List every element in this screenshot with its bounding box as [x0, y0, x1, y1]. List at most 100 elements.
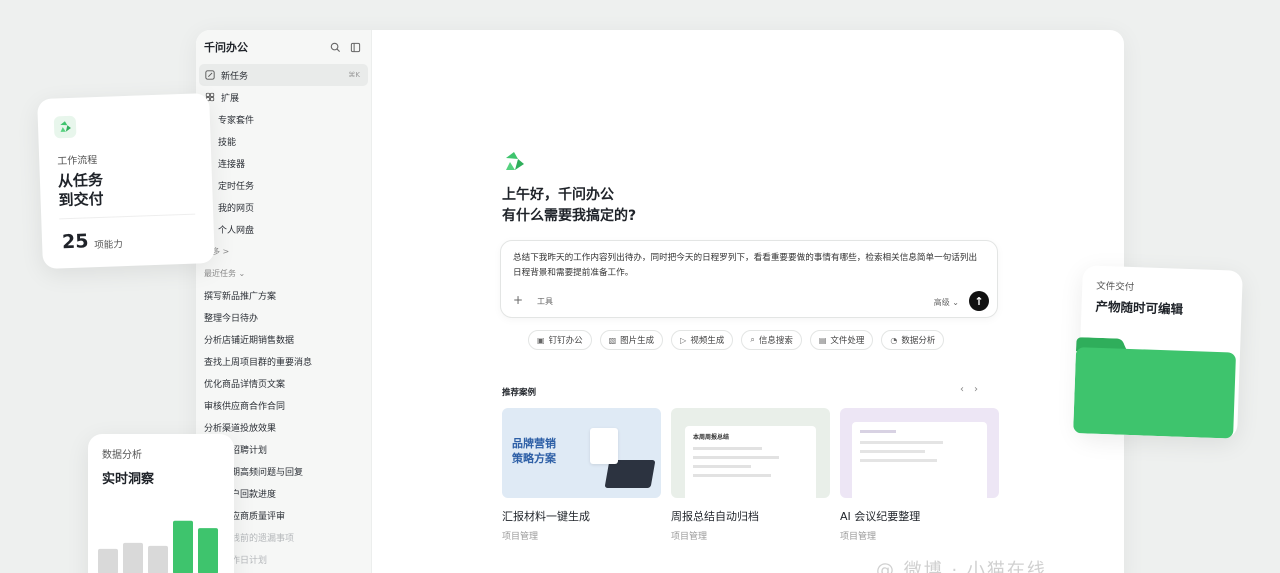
chip-label: 信息搜索 [758, 336, 793, 346]
bar-chart-illustration [98, 520, 218, 573]
sidebar-item-expert-suite[interactable]: 专家套件 [196, 108, 371, 130]
analytics-promo-card: 数据分析 实时洞察 [88, 434, 234, 573]
carousel-nav: ‹› [960, 384, 988, 395]
arrow-up-icon: ↑ [974, 294, 984, 308]
main-panel: 上午好，千问办公 有什么需要我搞定的? 总结下我昨天的工作内容列出待办，同时把今… [372, 30, 1124, 573]
new-task-label: 新任务 [221, 71, 249, 82]
recent-tasks-header[interactable]: 最近任务 ⌄ [196, 262, 371, 284]
document-illustration [590, 428, 618, 464]
recent-task-item[interactable]: 查找上周项目群的重要消息 [196, 350, 371, 372]
new-task-button[interactable]: 新任务 ⌘K [199, 64, 368, 86]
case-thumbnail: 品牌营销 策略方案 [502, 408, 661, 498]
report-preview: 本周周报总结 [685, 426, 816, 498]
chevron-left-icon[interactable]: ‹ [960, 384, 974, 395]
tool-button[interactable]: 工具 [537, 296, 553, 307]
sidebar-item-skills[interactable]: 技能 [196, 130, 371, 152]
case-tag: 项目管理 [840, 532, 877, 542]
recommended-cards: 品牌营销 策略方案 汇报材料一键生成 项目管理 本周周报总结 周报总结自动归档 … [502, 408, 999, 542]
preview-line [860, 450, 926, 453]
analytics-bar [198, 528, 218, 573]
mode-select[interactable]: 高级 ⌄ [934, 297, 959, 308]
chevron-right-icon[interactable]: › [974, 384, 988, 395]
preview-line [860, 441, 944, 444]
case-thumbnail [840, 408, 999, 498]
sidebar-item-label: 专家套件 [218, 115, 255, 126]
recommended-cases-title: 推荐案例 [502, 388, 537, 398]
chip-image-generation[interactable]: ▧ 图片生成 [599, 330, 664, 350]
meeting-preview [852, 422, 987, 498]
capability-count: 25 [61, 230, 89, 254]
recent-task-item[interactable]: 整理今日待办 [196, 306, 371, 328]
promo-headline-line: 到交付 [58, 189, 104, 210]
chat-input-text[interactable]: 总结下我昨天的工作内容列出待办，同时把今天的日程罗列下，看看重要要做的事情有哪些… [513, 251, 985, 281]
sidebar-header: 千问办公 [196, 30, 371, 64]
chip-data-analysis[interactable]: ◔ 数据分析 [881, 330, 945, 350]
chip-label: 图片生成 [620, 336, 655, 346]
file-icon: ▤ [818, 335, 827, 345]
chat-input-box[interactable]: 总结下我昨天的工作内容列出待办，同时把今天的日程罗列下，看看重要要做的事情有哪些… [500, 240, 998, 318]
plus-icon[interactable]: + [513, 293, 523, 307]
case-card[interactable]: 品牌营销 策略方案 汇报材料一键生成 项目管理 [502, 408, 661, 542]
watermark: @ 微博 · 小猫在线 [876, 560, 1047, 573]
thumbnail-text: 品牌营销 [512, 437, 556, 450]
chip-label: 数据分析 [901, 336, 936, 346]
sidebar-item-personal-drive[interactable]: 个人网盘 [196, 218, 371, 240]
sidebar-item-extend[interactable]: 扩展 [196, 86, 371, 108]
dingtalk-icon: ▣ [537, 335, 545, 345]
chip-info-search[interactable]: ⌕ 信息搜索 [741, 330, 802, 350]
preview-line [860, 430, 896, 433]
analytics-bar [173, 520, 193, 573]
analytics-bar [148, 545, 168, 573]
sidebar-item-label: 个人网盘 [218, 225, 255, 236]
case-title: 汇报材料一键生成 [502, 510, 590, 523]
preview-line [693, 474, 772, 477]
chip-dingtalk-office[interactable]: ▣ 钉钉办公 [528, 330, 592, 350]
laptop-illustration [604, 460, 656, 488]
delivery-promo-card: 文件交付 产物随时可编辑 [1073, 265, 1243, 439]
more-link[interactable]: 更多 > [196, 240, 371, 262]
qianwen-logo-icon [53, 115, 77, 139]
promo-headline: 产物随时可编辑 [1095, 298, 1184, 317]
recent-task-item[interactable]: 优化商品详情页文案 [196, 372, 371, 394]
recent-task-item[interactable]: 撰写新品推广方案 [196, 284, 371, 306]
thumbnail-text: 本周周报总结 [693, 434, 730, 441]
new-task-shortcut: ⌘K [348, 71, 360, 79]
divider [59, 213, 196, 220]
promo-label: 文件交付 [1096, 280, 1135, 294]
case-thumbnail: 本周周报总结 [671, 408, 830, 498]
quick-action-chips: ▣ 钉钉办公 ▧ 图片生成 ▷ 视频生成 ⌕ 信息搜索 ▤ 文件处理 ◔ 数据分析 [528, 330, 945, 350]
sidebar-toggle-icon[interactable] [347, 39, 363, 55]
promo-headline: 实时洞察 [102, 472, 155, 487]
chip-file-processing[interactable]: ▤ 文件处理 [809, 330, 874, 350]
search-icon[interactable] [327, 39, 343, 55]
folder-icon [1073, 337, 1236, 439]
recent-task-item[interactable]: 分析店铺近期销售数据 [196, 328, 371, 350]
image-icon: ▧ [608, 335, 617, 345]
sidebar-item-label: 技能 [218, 137, 237, 148]
sidebar-item-label: 连接器 [218, 159, 246, 170]
sidebar-item-scheduled-tasks[interactable]: ›定时任务 [196, 174, 371, 196]
promo-headline: 从任务 到交付 [58, 168, 179, 210]
analytics-bar [123, 542, 143, 573]
search-icon: ⌕ [750, 335, 755, 344]
qianwen-logo-icon [506, 152, 524, 170]
chip-label: 视频生成 [690, 336, 725, 346]
sidebar-item-my-webpages[interactable]: ›我的网页 [196, 196, 371, 218]
chip-video-generation[interactable]: ▷ 视频生成 [671, 330, 734, 350]
greeting-subtitle: 有什么需要我搞定的? [502, 208, 637, 224]
case-card[interactable]: AI 会议纪要整理 项目管理 [840, 408, 999, 542]
preview-line [693, 465, 751, 468]
case-tag: 项目管理 [502, 532, 539, 542]
case-title: AI 会议纪要整理 [840, 510, 921, 523]
preview-line [693, 447, 762, 450]
case-tag: 项目管理 [671, 532, 708, 542]
sidebar-item-label: 扩展 [221, 93, 240, 104]
preview-line [693, 456, 780, 459]
promo-label: 工作流程 [57, 154, 98, 168]
recent-task-item[interactable]: 审核供应商合作合同 [196, 394, 371, 416]
sidebar-item-connectors[interactable]: 连接器 [196, 152, 371, 174]
send-button[interactable]: ↑ [969, 291, 989, 311]
case-card[interactable]: 本周周报总结 周报总结自动归档 项目管理 [671, 408, 830, 542]
video-icon: ▷ [680, 335, 687, 345]
sidebar-item-label: 我的网页 [218, 203, 255, 214]
